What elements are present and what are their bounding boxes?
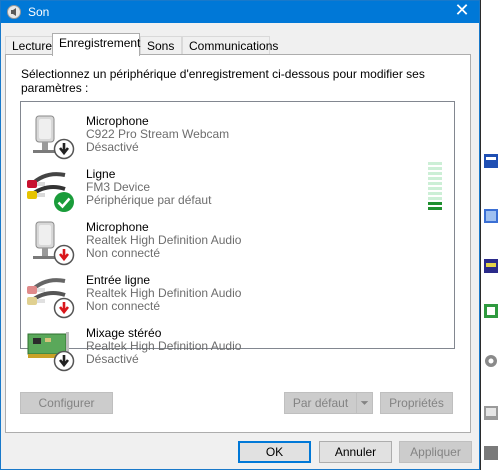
background-desktop-strip — [481, 0, 499, 470]
window-title: Son — [28, 5, 50, 19]
device-name: Entrée ligne — [86, 273, 151, 287]
level-meter-segment — [428, 192, 442, 195]
level-meter-segment — [428, 202, 442, 205]
desktop-app-icon[interactable] — [482, 300, 499, 322]
disabled-badge-icon — [53, 350, 75, 372]
desktop-app-icon[interactable] — [482, 402, 499, 424]
tab-sounds[interactable]: Sons — [140, 36, 182, 55]
not-connected-badge-icon — [53, 244, 75, 266]
device-status: Désactivé — [86, 352, 139, 366]
level-meter-segment — [428, 172, 442, 175]
sound-dialog: Son ✕ Lecture Enregistrement Sons Commun… — [0, 0, 480, 470]
tab-recording[interactable]: Enregistrement — [52, 33, 140, 56]
device-status: Non connecté — [86, 246, 161, 260]
device-name: Mixage stéréo — [86, 326, 162, 340]
level-meter — [428, 162, 442, 210]
tab-playback[interactable]: Lecture — [5, 36, 53, 55]
device-name: Ligne — [86, 167, 116, 181]
desktop-app-icon[interactable] — [482, 205, 499, 227]
device-description: C922 Pro Stream Webcam — [86, 127, 230, 141]
apply-button[interactable]: Appliquer — [399, 441, 472, 463]
properties-button[interactable]: Propriétés — [380, 392, 453, 414]
recording-device-list[interactable]: Microphone C922 Pro Stream Webcam Désact… — [20, 101, 455, 372]
close-icon[interactable]: ✕ — [445, 1, 479, 23]
device-description: FM3 Device — [86, 180, 151, 194]
set-default-dropdown-button[interactable] — [356, 392, 373, 414]
device-name: Microphone — [86, 114, 149, 128]
device-description: Realtek High Definition Audio — [86, 286, 242, 300]
configure-button[interactable]: Configurer — [20, 392, 113, 414]
device-description: Realtek High Definition Audio — [86, 339, 242, 353]
level-meter-segment — [428, 177, 442, 180]
set-default-button[interactable]: Par défaut — [284, 392, 357, 414]
desktop-app-icon[interactable] — [482, 150, 499, 172]
device-item-line-fm3[interactable]: Ligne FM3 Device Périphérique par défaut — [21, 161, 454, 213]
device-status: Désactivé — [86, 140, 139, 154]
speaker-app-icon — [7, 5, 21, 19]
device-description: Realtek High Definition Audio — [86, 233, 242, 247]
tab-label: Sons — [147, 39, 175, 53]
device-item-stereo-mix[interactable]: Mixage stéréo Realtek High Definition Au… — [21, 320, 454, 372]
device-item-realtek-microphone[interactable]: Microphone Realtek High Definition Audio… — [21, 214, 454, 266]
not-connected-badge-icon — [53, 297, 75, 319]
device-name: Microphone — [86, 220, 149, 234]
desktop-app-icon[interactable] — [482, 442, 499, 464]
disabled-badge-icon — [53, 138, 75, 160]
title-bar[interactable]: Son ✕ — [1, 1, 479, 23]
level-meter-segment — [428, 162, 442, 165]
ok-button[interactable]: OK — [238, 441, 311, 463]
desktop-app-icon[interactable] — [482, 350, 499, 372]
level-meter-segment — [428, 187, 442, 190]
tab-label: Communications — [189, 39, 279, 53]
tab-label: Lecture — [12, 39, 53, 53]
default-check-icon — [54, 192, 74, 212]
tab-communications[interactable]: Communications — [182, 36, 278, 55]
level-meter-segment — [428, 167, 442, 170]
device-item-line-input[interactable]: Entrée ligne Realtek High Definition Aud… — [21, 267, 454, 319]
device-status: Périphérique par défaut — [86, 193, 212, 207]
level-meter-segment — [428, 197, 442, 200]
device-status: Non connecté — [86, 299, 161, 313]
tab-label: Enregistrement — [59, 36, 141, 50]
cancel-button[interactable]: Annuler — [319, 441, 392, 463]
instruction-text: Sélectionnez un périphérique d'enregistr… — [21, 67, 425, 95]
level-meter-segment — [428, 182, 442, 185]
chevron-down-icon — [360, 401, 369, 405]
device-item-webcam-microphone[interactable]: Microphone C922 Pro Stream Webcam Désact… — [21, 108, 454, 160]
desktop-app-icon[interactable] — [482, 255, 499, 277]
level-meter-segment — [428, 207, 442, 210]
